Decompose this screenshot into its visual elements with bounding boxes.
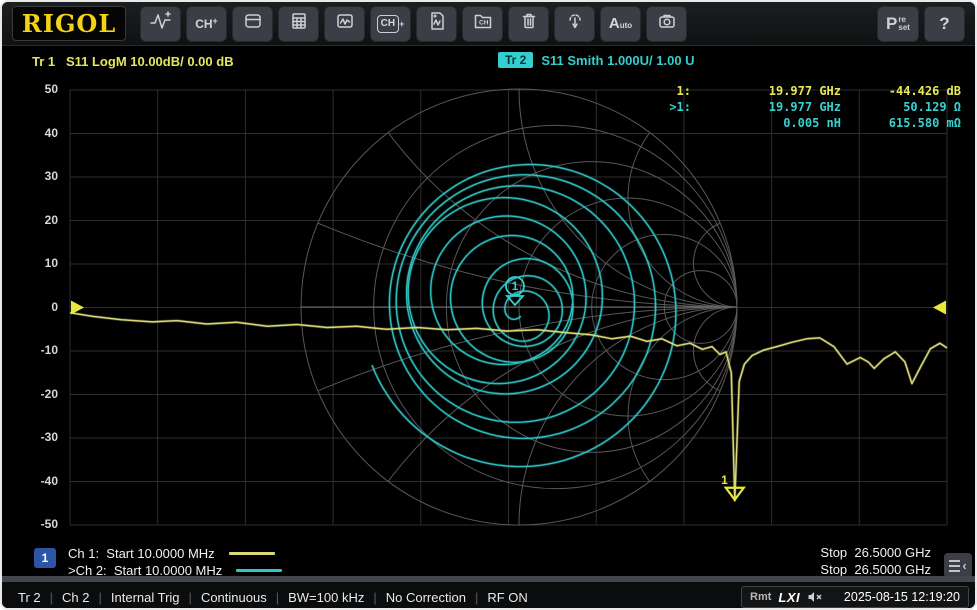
y-axis-label: -30 <box>14 430 58 444</box>
y-axis-label: 0 <box>14 300 58 314</box>
y-axis-label: -40 <box>14 474 58 488</box>
speaker-muted-icon[interactable] <box>807 590 823 604</box>
y-axis-label: 20 <box>14 213 58 227</box>
channel-select-badge[interactable]: 1 <box>34 548 56 568</box>
marker-freq: 19.977 GHz <box>691 100 841 114</box>
y-axis-label: 30 <box>14 169 58 183</box>
status-if-bandwidth: BW=100 kHz <box>288 590 364 605</box>
status-trigger-source: Internal Trig <box>111 590 180 605</box>
svg-text:1: 1 <box>512 279 519 293</box>
y-axis-label: 10 <box>14 256 58 270</box>
lxi-indicator: LXI <box>778 590 800 605</box>
status-correction: No Correction <box>386 590 466 605</box>
datetime: 2025-08-15 12:19:20 <box>844 590 960 604</box>
vna-screen: RIGOL CH+ CH+ <box>0 0 977 610</box>
menu-icon <box>949 560 960 572</box>
remote-indicator: Rmt <box>750 591 771 603</box>
marker-freq: 0.005 nH <box>691 116 841 130</box>
marker-label <box>649 116 691 130</box>
y-axis-label: -50 <box>14 517 58 531</box>
trace2-color-swatch <box>236 569 282 572</box>
chevron-left-icon: ‹ <box>962 559 966 572</box>
status-active-trace: Tr 2 <box>18 590 41 605</box>
status-bar: Tr 2| Ch 2| Internal Trig| Continuous| B… <box>2 582 975 610</box>
trace1-color-swatch <box>229 552 275 555</box>
y-axis-label: 40 <box>14 126 58 140</box>
svg-text:1: 1 <box>721 473 728 487</box>
y-axis-label: 50 <box>14 82 58 96</box>
status-sweep-mode: Continuous <box>201 590 267 605</box>
status-active-channel: Ch 2 <box>62 590 89 605</box>
marker-label: >1: <box>649 100 691 114</box>
marker-freq: 19.977 GHz <box>691 84 841 98</box>
channel1-legend: Ch 1: Start 10.0000 MHz <box>68 545 275 561</box>
y-axis-label: -20 <box>14 387 58 401</box>
marker-value: 50.129 Ω <box>841 100 961 114</box>
status-rf-state: RF ON <box>487 590 527 605</box>
channel1-stop: Stop 26.5000 GHz <box>820 545 931 561</box>
marker-value: 615.580 mΩ <box>841 116 961 130</box>
y-axis-label: -10 <box>14 343 58 357</box>
system-status-panel: Rmt LXI 2025-08-15 12:19:20 <box>741 586 969 608</box>
marker-value: -44.426 dB <box>841 84 961 98</box>
menu-expand-button[interactable]: ‹ <box>944 553 972 578</box>
marker-readout: 1: 19.977 GHz -44.426 dB >1: 19.977 GHz … <box>649 84 961 130</box>
marker-label: 1: <box>649 84 691 98</box>
